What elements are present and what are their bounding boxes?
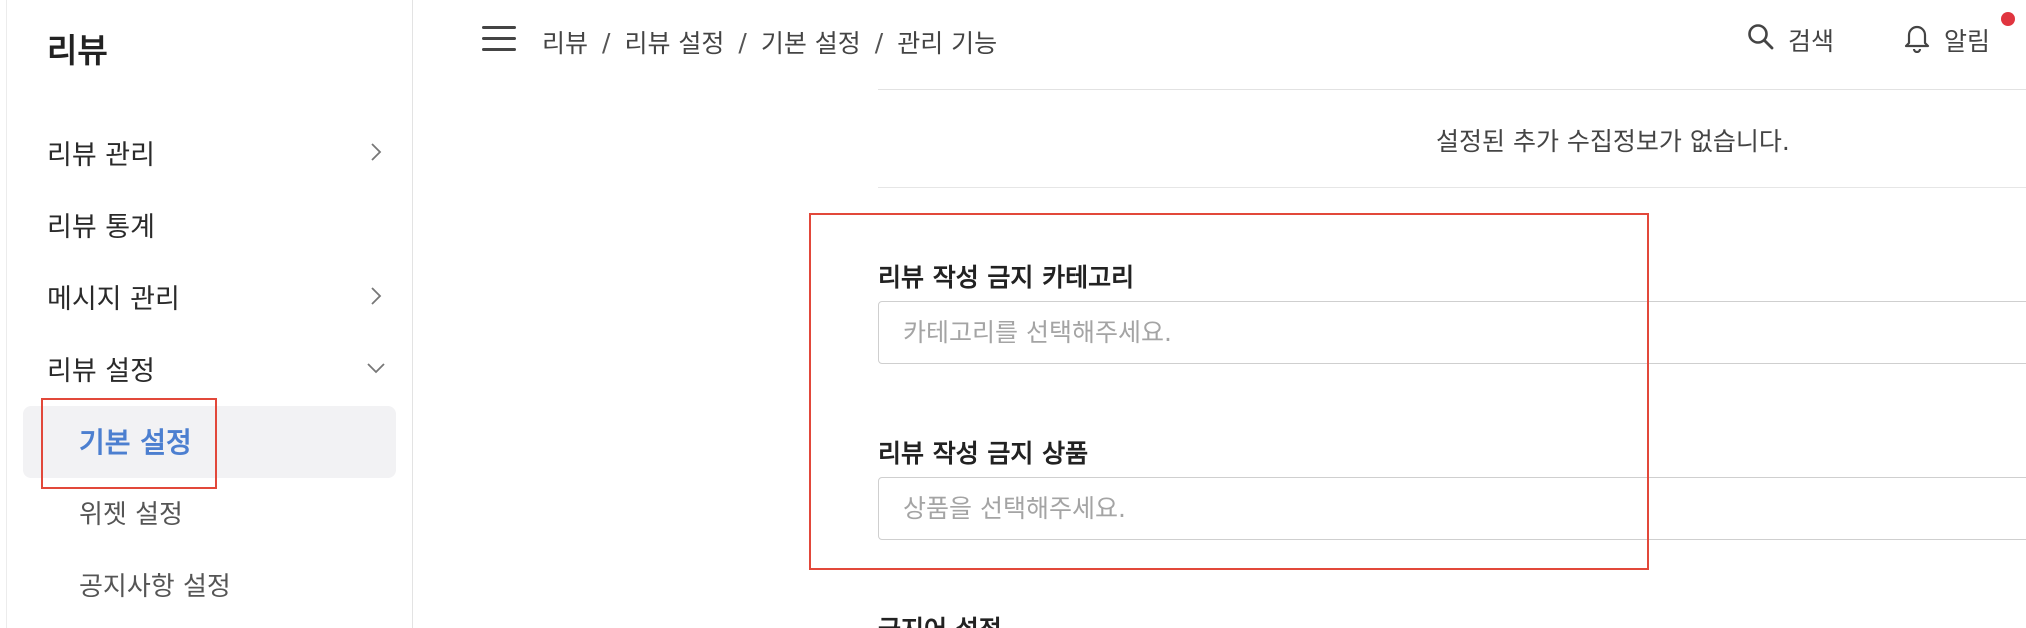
bell-icon — [1902, 21, 1932, 59]
sidebar-item-review-settings[interactable]: 리뷰 설정 — [47, 343, 387, 393]
chevron-down-icon — [365, 357, 387, 379]
category-field-label: 리뷰 작성 금지 카테고리 — [878, 263, 1135, 292]
search-label: 검색 — [1788, 27, 1835, 56]
top-bar: 리뷰 / 리뷰 설정 / 기본 설정 / 관리 기능 검색 알림 — [414, 0, 2026, 84]
sidebar-item-message-management[interactable]: 메시지 관리 — [47, 271, 387, 321]
hamburger-menu-icon[interactable] — [482, 26, 516, 54]
sidebar-item-label: 메시지 관리 — [47, 283, 180, 315]
sidebar-item-review-management[interactable]: 리뷰 관리 — [47, 127, 387, 177]
product-select-input[interactable] — [878, 477, 2026, 540]
breadcrumb-item-current[interactable]: 관리 기능 — [897, 24, 997, 60]
search-button[interactable]: 검색 — [1746, 18, 1834, 62]
submenu-item-widget-settings[interactable]: 위젯 설정 — [79, 487, 183, 537]
sidebar-item-review-stats[interactable]: 리뷰 통계 — [47, 199, 387, 249]
app-root: 리뷰 리뷰 관리 리뷰 통계 메시지 관리 리뷰 설정 기본 설정 위젯 설정 — [0, 0, 2026, 628]
breadcrumb-item[interactable]: 리뷰 설정 — [624, 24, 724, 60]
search-icon — [1746, 22, 1776, 58]
chevron-right-icon — [365, 141, 387, 163]
submenu-item-basic-settings[interactable]: 기본 설정 — [79, 416, 192, 466]
breadcrumb-item[interactable]: 리뷰 — [542, 24, 588, 60]
sidebar-item-label: 리뷰 설정 — [47, 355, 155, 387]
notification-button[interactable]: 알림 — [1902, 18, 1990, 62]
divider — [878, 187, 2026, 188]
submenu-item-notice-settings[interactable]: 공지사항 설정 — [79, 559, 231, 609]
divider — [878, 89, 2026, 90]
sidebar-item-label: 리뷰 관리 — [47, 139, 155, 171]
chevron-right-icon — [365, 285, 387, 307]
notification-label: 알림 — [1944, 27, 1991, 56]
sidebar: 리뷰 리뷰 관리 리뷰 통계 메시지 관리 리뷰 설정 기본 설정 위젯 설정 — [6, 0, 413, 628]
category-select-input[interactable] — [878, 301, 2026, 364]
breadcrumb: 리뷰 / 리뷰 설정 / 기본 설정 / 관리 기능 — [542, 22, 997, 62]
product-field-label: 리뷰 작성 금지 상품 — [878, 439, 1089, 468]
breadcrumb-item[interactable]: 기본 설정 — [761, 24, 861, 60]
banned-words-section-label: 금지어 설정 — [878, 610, 1002, 628]
breadcrumb-separator: / — [874, 27, 884, 57]
app-title: 리뷰 — [47, 31, 108, 70]
breadcrumb-separator: / — [738, 27, 747, 57]
notification-dot — [2001, 12, 2015, 26]
breadcrumb-separator: / — [602, 27, 611, 57]
sidebar-item-label: 리뷰 통계 — [47, 211, 155, 243]
empty-notice: 설정된 추가 수집정보가 없습니다. — [1436, 127, 1790, 156]
